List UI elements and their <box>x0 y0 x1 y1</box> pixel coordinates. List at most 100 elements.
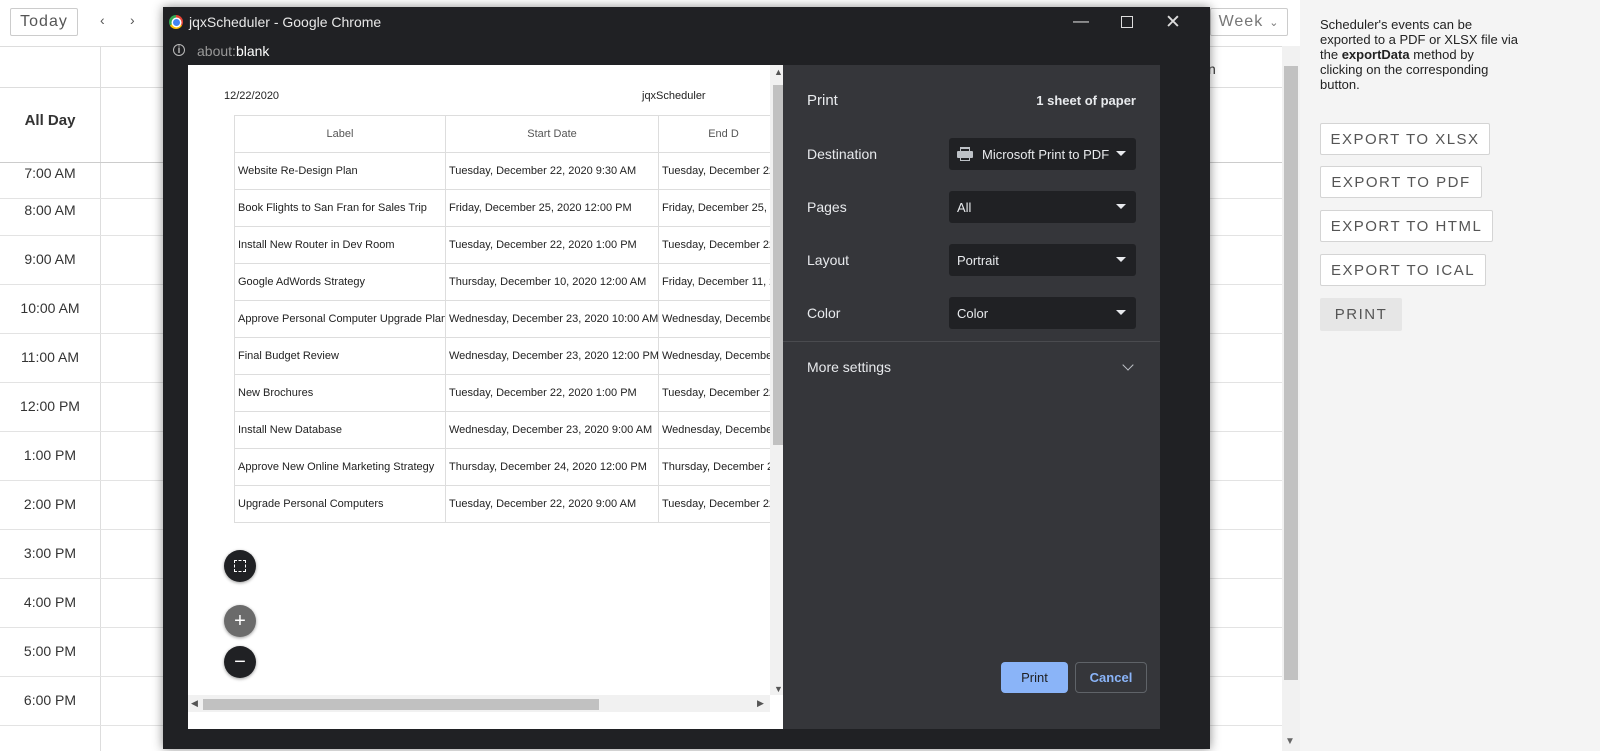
scroll-right-icon[interactable]: ▶ <box>757 698 764 709</box>
preview-table-cell: Wednesday, Decembe <box>658 300 787 338</box>
preview-table-cell: Friday, December 11, 2 <box>658 263 787 301</box>
preview-table-cell: Thursday, December 2 <box>658 448 787 486</box>
preview-table-cell: Website Re-Design Plan <box>234 152 446 190</box>
preview-table-cell: Wednesday, Decembe <box>658 337 787 375</box>
preview-table-cell: Wednesday, December 23, 2020 12:00 PM <box>445 337 659 375</box>
time-label: 4:00 PM <box>23 594 77 610</box>
preview-table-cell: Approve New Online Marketing Strategy <box>234 448 446 486</box>
destination-label: Destination <box>807 146 878 162</box>
pages-select[interactable]: All <box>949 191 1136 223</box>
color-value: Color <box>957 305 989 321</box>
preview-table-row: Google AdWords Strategy Thursday, Decembe… <box>234 263 787 301</box>
all-day-label: All Day <box>24 112 76 129</box>
print-dialog-title: Print <box>807 92 838 109</box>
time-label: 1:00 PM <box>23 447 77 463</box>
print-button[interactable]: PRINT <box>1320 298 1402 331</box>
window-title: jqxScheduler - Google Chrome <box>189 14 382 30</box>
preview-table-cell: Google AdWords Strategy <box>234 263 446 301</box>
chevron-down-icon <box>1116 204 1126 209</box>
dialog-print-button[interactable]: Print <box>1001 662 1068 693</box>
print-preview: 12/22/2020 jqxScheduler Label Start Date E… <box>188 65 787 729</box>
preview-table-cell: Tuesday, December 22, 2020 9:30 AM <box>445 152 659 190</box>
close-icon[interactable]: ✕ <box>1150 9 1196 35</box>
preview-column-header: Label <box>234 115 446 153</box>
export-ical-button[interactable]: EXPORT TO ICAL <box>1320 254 1486 286</box>
zoom-in-icon[interactable]: + <box>224 605 256 637</box>
preview-table-cell: New Brochures <box>234 374 446 412</box>
chevron-down-icon <box>1116 151 1126 156</box>
scroll-down-icon[interactable]: ▼ <box>1285 736 1295 747</box>
scheduler-scrollbar-thumb[interactable] <box>1284 66 1298 680</box>
preview-date: 12/22/2020 <box>224 90 280 102</box>
maximize-icon[interactable] <box>1104 9 1150 35</box>
layout-select[interactable]: Portrait <box>949 244 1136 276</box>
preview-table-row: Install New Router in Dev Room Tuesday, D… <box>234 226 787 264</box>
minimize-icon[interactable]: — <box>1058 9 1104 35</box>
scroll-left-icon[interactable]: ◀ <box>191 698 198 709</box>
export-xlsx-button[interactable]: EXPORT TO XLSX <box>1320 123 1490 155</box>
color-select[interactable]: Color <box>949 297 1136 329</box>
chevron-down-icon[interactable] <box>1122 359 1134 371</box>
zoom-out-icon[interactable]: − <box>224 646 256 678</box>
preview-table-cell: Final Budget Review <box>234 337 446 375</box>
layout-label: Layout <box>807 252 850 268</box>
preview-table-row: Book Flights to San Fran for Sales Trip F… <box>234 189 787 227</box>
destination-select[interactable]: Microsoft Print to PDF <box>949 138 1136 170</box>
destination-value: Microsoft Print to PDF <box>982 146 1110 162</box>
side-panel: Scheduler's events can be exported to a … <box>1300 0 1600 751</box>
preview-table-cell: Wednesday, Decembe <box>658 411 787 449</box>
chevron-down-icon: ⌄ <box>1269 16 1280 29</box>
preview-table-row: Approve New Online Marketing Strategy Thu… <box>234 448 787 486</box>
printer-icon <box>957 147 973 161</box>
preview-title: jqxScheduler <box>642 90 706 102</box>
dialog-cancel-button[interactable]: Cancel <box>1075 662 1147 693</box>
time-label: 7:00 AM <box>24 165 76 181</box>
preview-table-cell: Wednesday, December 23, 2020 10:00 AM <box>445 300 659 338</box>
address-bar[interactable]: i about:blank <box>163 37 1210 65</box>
preview-table-row: Approve Personal Computer Upgrade Plan We… <box>234 300 787 338</box>
preview-table-cell: Tuesday, December 22, 2020 1:00 PM <box>445 226 659 264</box>
preview-table-cell: Book Flights to San Fran for Sales Trip <box>234 189 446 227</box>
preview-table: Label Start Date End D Website Re-Design P… <box>234 115 787 523</box>
info-icon[interactable]: i <box>173 44 185 56</box>
preview-table-row: Install New Database Wednesday, December … <box>234 411 787 449</box>
scroll-down-icon[interactable]: ▼ <box>774 684 783 694</box>
preview-table-row: Website Re-Design Plan Tuesday, December … <box>234 152 787 190</box>
preview-table-row: New Brochures Tuesday, December 22, 2020 … <box>234 374 787 412</box>
preview-column-header: End D <box>658 115 787 153</box>
time-label: 5:00 PM <box>23 643 77 659</box>
preview-table-cell: Approve Personal Computer Upgrade Plan <box>234 300 446 338</box>
pages-value: All <box>957 199 972 215</box>
export-description: Scheduler's events can be exported to a … <box>1320 17 1518 92</box>
chrome-window: jqxScheduler - Google Chrome — ✕ i about… <box>163 7 1210 749</box>
time-label: 11:00 AM <box>20 349 80 365</box>
chevron-right-icon[interactable]: › <box>130 12 135 28</box>
scroll-up-icon[interactable]: ▲ <box>774 67 783 77</box>
preview-table-cell: Install New Router in Dev Room <box>234 226 446 264</box>
print-settings-panel: Print 1 sheet of paper Destination Micro… <box>783 65 1160 729</box>
layout-value: Portrait <box>957 252 999 268</box>
time-label: 2:00 PM <box>23 496 77 512</box>
preview-table-row: Final Budget Review Wednesday, December 2… <box>234 337 787 375</box>
export-pdf-button[interactable]: EXPORT TO PDF <box>1320 166 1482 198</box>
more-settings-toggle[interactable]: More settings <box>807 359 891 375</box>
window-titlebar[interactable]: jqxScheduler - Google Chrome — ✕ <box>163 7 1210 37</box>
export-html-button[interactable]: EXPORT TO HTML <box>1320 210 1493 242</box>
preview-table-cell: Wednesday, December 23, 2020 9:00 AM <box>445 411 659 449</box>
preview-horizontal-scrollbar-thumb[interactable] <box>203 699 599 710</box>
preview-table-cell: Tuesday, December 22 <box>658 485 787 523</box>
preview-table-cell: Tuesday, December 22, 2020 1:00 PM <box>445 374 659 412</box>
time-label: 10:00 AM <box>20 300 80 316</box>
fit-to-page-icon[interactable] <box>224 550 256 582</box>
today-button[interactable]: Today <box>10 8 78 36</box>
time-label: 3:00 PM <box>23 545 77 561</box>
chevron-left-icon[interactable]: ‹ <box>100 12 105 28</box>
preview-column-header: Start Date <box>445 115 659 153</box>
view-select[interactable]: Week ⌄ <box>1210 8 1288 36</box>
preview-table-cell: Tuesday, December 22 <box>658 226 787 264</box>
time-label: 8:00 AM <box>24 202 76 218</box>
chevron-down-icon <box>1116 310 1126 315</box>
preview-table-cell: Install New Database <box>234 411 446 449</box>
address-text[interactable]: about:blank <box>197 43 269 59</box>
preview-table-cell: Tuesday, December 22, 2020 9:00 AM <box>445 485 659 523</box>
